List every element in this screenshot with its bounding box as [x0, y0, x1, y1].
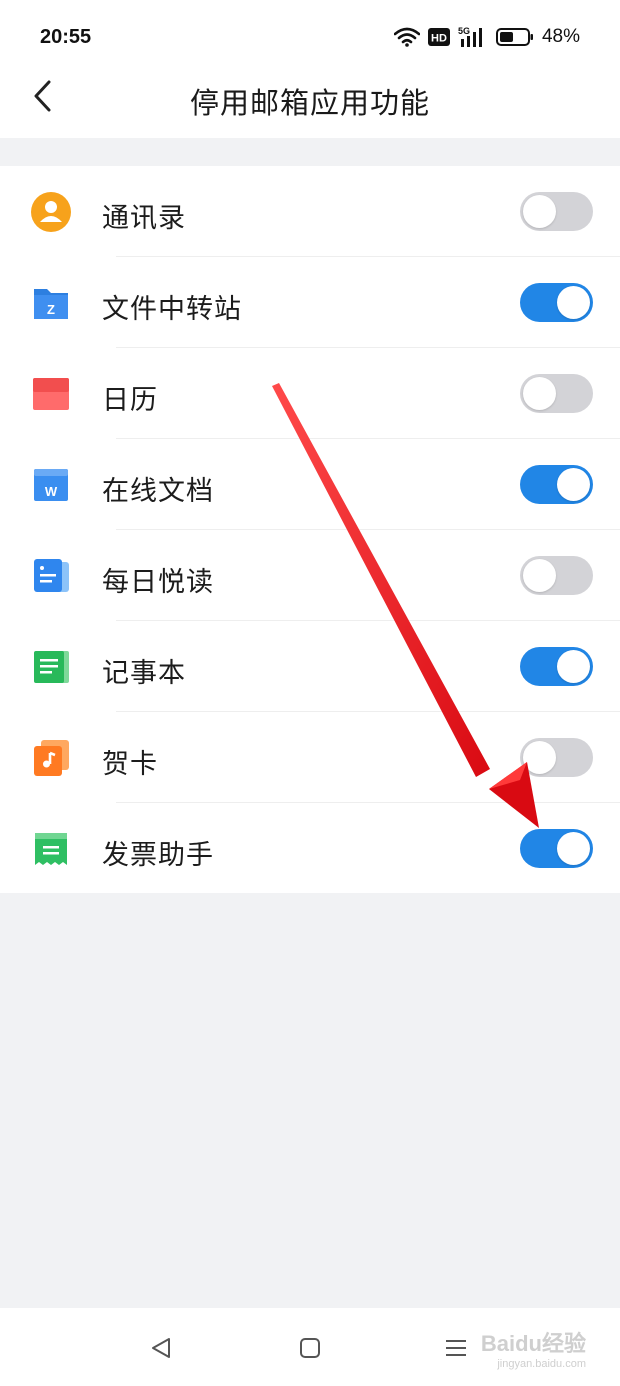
baidu-watermark: Baidu经验 jingyan.baidu.com — [481, 1326, 586, 1370]
wifi-icon — [393, 27, 420, 47]
list-item-daily-reading: 每日悦读 — [0, 530, 620, 621]
toggle-knob — [523, 377, 556, 410]
watermark-url: jingyan.baidu.com — [497, 1358, 586, 1370]
page-title: 停用邮箱应用功能 — [189, 86, 430, 120]
item-label: 文件中转站 — [102, 294, 242, 325]
status-bar: 20:55 HD 5G 48% — [0, 0, 620, 70]
file-transfer-icon: Z — [31, 283, 71, 323]
list-item-file-transfer: Z 文件中转站 — [0, 257, 620, 348]
toggle-knob — [523, 559, 556, 592]
nav-back-button[interactable] — [141, 1330, 181, 1370]
item-label: 通讯录 — [102, 203, 186, 234]
nav-home-button[interactable] — [290, 1330, 330, 1370]
toggle-switch[interactable] — [520, 374, 593, 413]
contacts-icon — [31, 192, 71, 232]
toggle-knob — [523, 195, 556, 228]
svg-text:Z: Z — [47, 302, 55, 317]
list-item-invoice-assistant: 发票助手 — [0, 803, 620, 894]
battery-percent: 48% — [541, 26, 580, 47]
calendar-icon — [31, 374, 71, 414]
toggle-switch[interactable] — [520, 556, 593, 595]
header: 停用邮箱应用功能 — [0, 70, 620, 138]
toggle-switch[interactable] — [520, 647, 593, 686]
app-settings-list: 通讯录 Z 文件中转站 日历 W 在线文档 每日悦读 记事本 贺卡 发票助手 — [0, 166, 620, 893]
nav-menu-button[interactable] — [436, 1330, 476, 1370]
list-item-contacts: 通讯录 — [0, 166, 620, 257]
watermark-main: Baidu经验 — [480, 1331, 586, 1356]
toggle-knob — [523, 741, 556, 774]
item-label: 记事本 — [102, 658, 186, 689]
toggle-switch[interactable] — [520, 738, 593, 777]
toggle-switch[interactable] — [520, 465, 593, 504]
status-time: 20:55 — [40, 26, 92, 48]
item-label: 每日悦读 — [102, 567, 214, 598]
battery-icon — [495, 27, 534, 47]
hd-badge-icon: HD — [427, 28, 450, 46]
notepad-icon — [31, 647, 71, 687]
square-home-icon — [299, 1337, 321, 1363]
list-item-calendar: 日历 — [0, 348, 620, 439]
online-docs-icon: W — [31, 465, 71, 505]
toggle-switch[interactable] — [520, 192, 593, 231]
daily-reading-icon — [31, 556, 71, 596]
toggle-knob — [557, 468, 590, 501]
triangle-back-icon — [149, 1336, 173, 1364]
toggle-knob — [557, 286, 590, 319]
item-label: 发票助手 — [102, 840, 214, 871]
svg-text:5G: 5G — [458, 26, 470, 36]
toggle-knob — [557, 650, 590, 683]
list-item-online-docs: W 在线文档 — [0, 439, 620, 530]
svg-text:HD: HD — [431, 33, 447, 45]
list-item-notepad: 记事本 — [0, 621, 620, 712]
item-label: 在线文档 — [102, 476, 214, 507]
system-nav-bar: Baidu经验 jingyan.baidu.com — [0, 1308, 620, 1386]
item-label: 贺卡 — [102, 749, 158, 780]
greeting-card-icon — [31, 738, 71, 778]
invoice-assistant-icon — [31, 829, 71, 869]
toggle-switch[interactable] — [520, 829, 593, 868]
list-item-greeting-card: 贺卡 — [0, 712, 620, 803]
toggle-switch[interactable] — [520, 283, 593, 322]
toggle-knob — [557, 832, 590, 865]
status-icons: HD 5G 48% — [393, 24, 580, 50]
item-label: 日历 — [102, 385, 158, 416]
menu-lines-icon — [444, 1337, 468, 1363]
svg-text:W: W — [45, 484, 58, 499]
signal-5g-icon: 5G — [458, 26, 488, 48]
